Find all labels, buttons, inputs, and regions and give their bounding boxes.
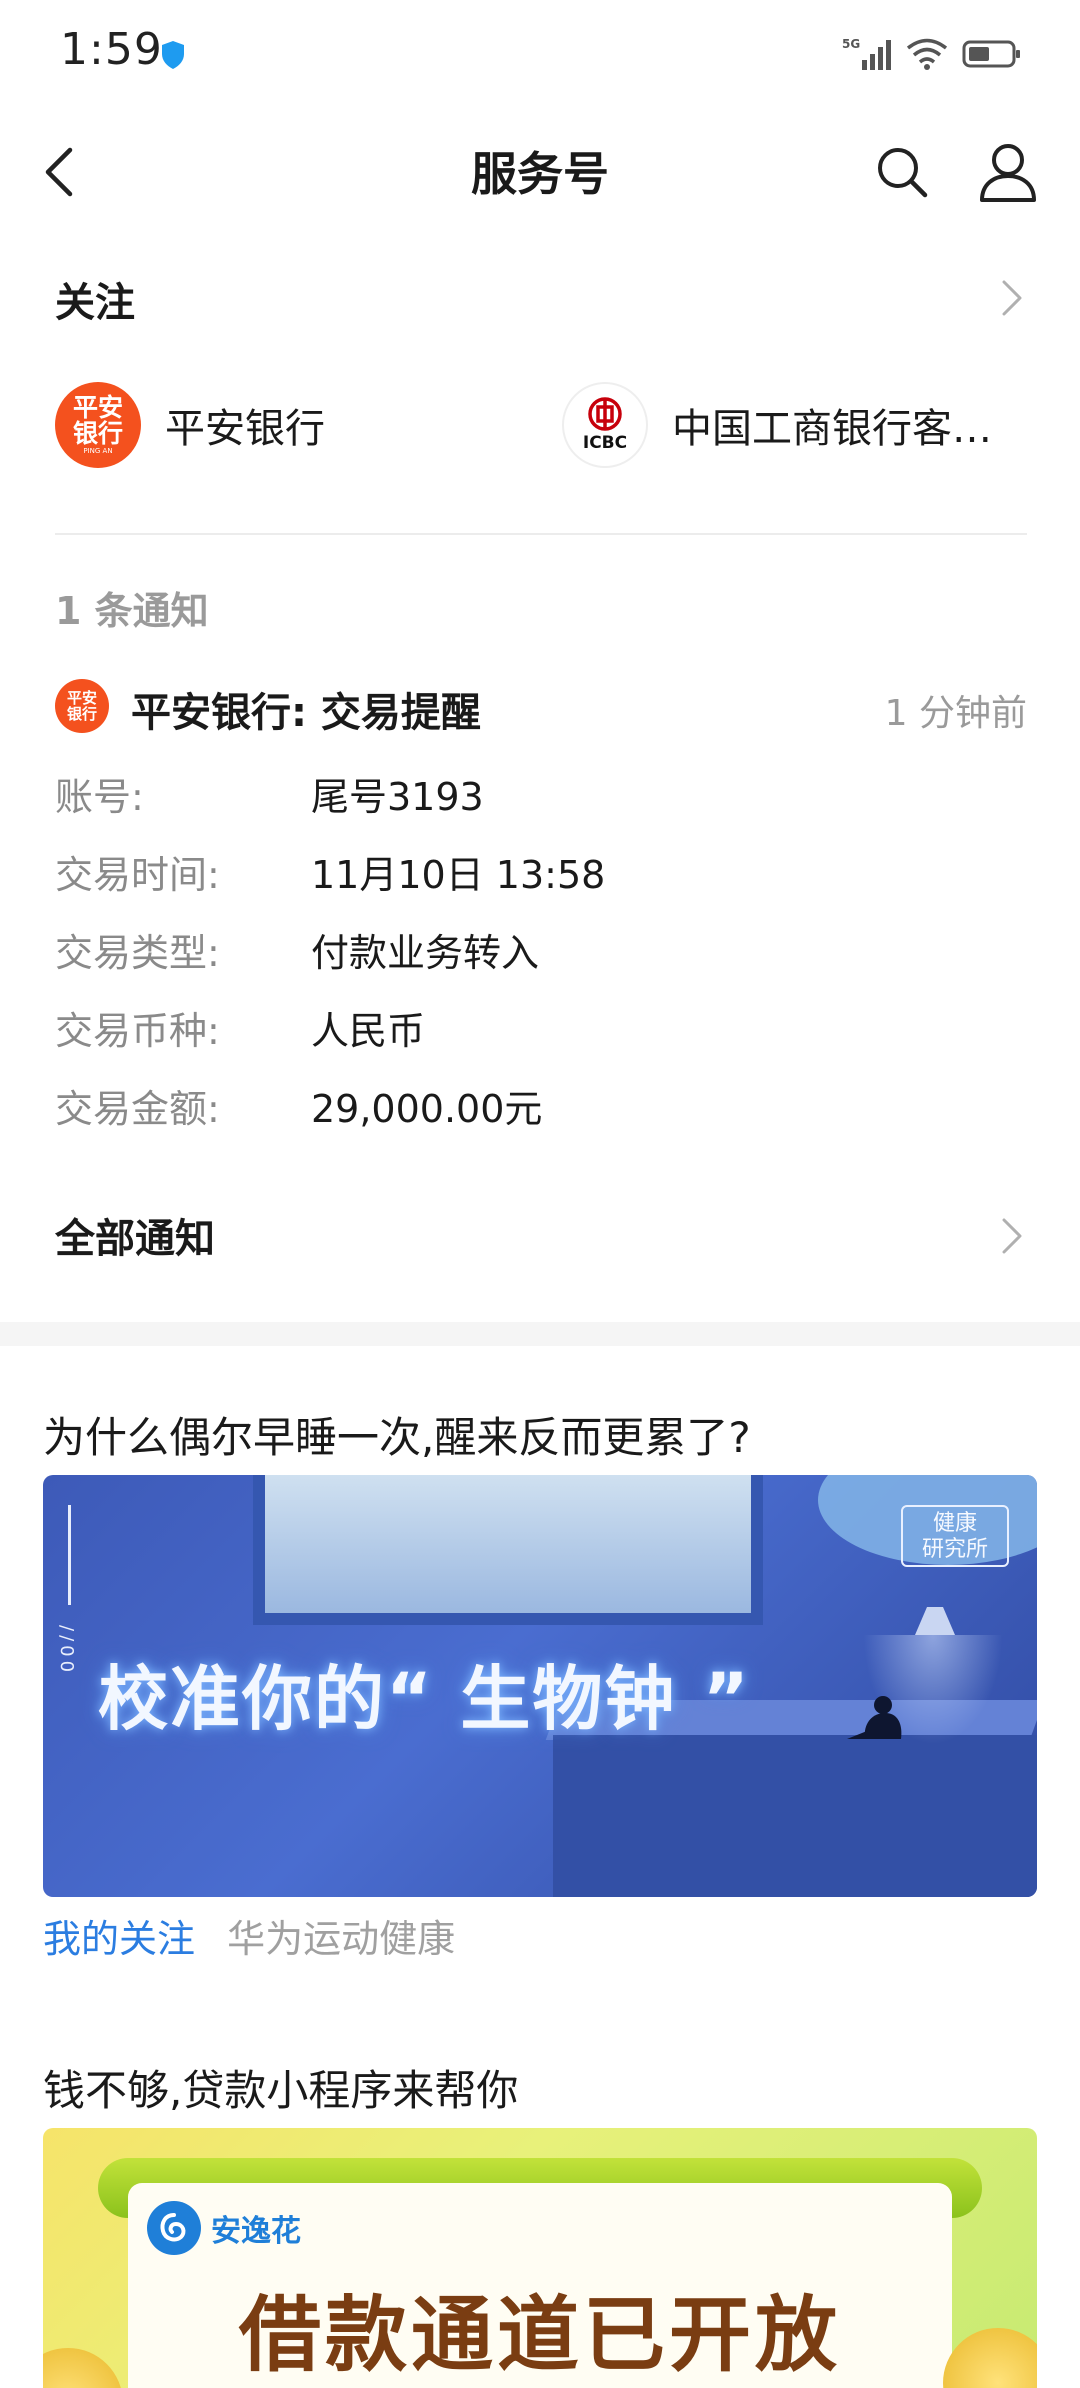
brand-row: 安逸花: [147, 2198, 301, 2258]
banner-headline: 校准你的“ 生物钟 ”: [98, 1658, 751, 1740]
account-name: 中国工商银行客…: [672, 406, 992, 452]
banner-decor-line: [68, 1505, 71, 1605]
banner-table-body-graphic: [553, 1735, 1037, 1897]
notice-timestamp: 1 分钟前: [884, 693, 1027, 734]
followed-account-icbc[interactable]: ICBC 中国工商银行客…: [562, 380, 992, 470]
banner-window-graphic: [253, 1475, 763, 1625]
banner-decor-text: //00: [56, 1625, 77, 1677]
status-time: 1:59: [60, 24, 163, 75]
section-separator: [0, 1322, 1080, 1346]
all-notices-label: 全部通知: [55, 1216, 215, 1262]
status-icons: 5G: [842, 34, 1022, 74]
followed-account-pingan[interactable]: 平安 银行 PING AN 平安银行: [55, 380, 325, 470]
account-name: 平安银行: [165, 406, 325, 452]
article-banner-health[interactable]: //00 校准你的“ 生物钟 ” 健康 研究所: [43, 1475, 1037, 1897]
chevron-right-icon: [1002, 280, 1022, 316]
chevron-right-icon: [1002, 1218, 1022, 1254]
notice-count: 1 条通知: [55, 589, 209, 633]
source-follow-label[interactable]: 我的关注: [43, 1917, 195, 1961]
sitting-person-icon: [847, 1696, 902, 1739]
wifi-icon: [906, 38, 948, 70]
article-banner-loan[interactable]: 安逸花 借款通道已开放: [43, 2128, 1037, 2388]
pingan-bank-logo: 平安 银行 PING AN: [55, 382, 141, 468]
notice-title: 平安银行: 交易提醒: [131, 690, 481, 736]
follow-section-header[interactable]: 关注: [0, 252, 1080, 342]
notice-header[interactable]: 平安 银行 平安银行: 交易提醒 1 分钟前: [55, 676, 1027, 736]
icbc-emblem-icon: [588, 397, 622, 431]
nav-bar: 服务号: [0, 110, 1080, 234]
banner-headline: 借款通道已开放: [238, 2288, 841, 2383]
pingan-bank-logo: 平安 银行: [55, 679, 109, 733]
svg-text:5G: 5G: [842, 37, 860, 51]
article-title[interactable]: 为什么偶尔早睡一次,醒来反而更累了?: [43, 1404, 751, 1465]
follow-title: 关注: [55, 280, 135, 326]
brand-name: 安逸花: [211, 2214, 301, 2249]
all-notices-row[interactable]: 全部通知: [0, 1196, 1080, 1276]
detail-row-currency: 交易币种: 人民币: [55, 1009, 426, 1053]
detail-row-time: 交易时间: 11月10日 13:58: [55, 853, 606, 897]
source-account-name[interactable]: 华为运动健康: [227, 1917, 455, 1961]
detail-row-account: 账号: 尾号3193: [55, 775, 484, 819]
detail-row-amount: 交易金额: 29,000.00元: [55, 1087, 543, 1131]
status-bar: 1:59 5G: [0, 0, 1080, 110]
cellular-signal-icon: 5G: [842, 37, 891, 70]
anyihua-logo-icon: [147, 2201, 201, 2255]
article-source-row: 我的关注 华为运动健康: [43, 1908, 455, 1962]
icbc-bank-logo: ICBC: [562, 382, 648, 468]
battery-icon: [962, 40, 1020, 68]
lamp-icon: [915, 1607, 955, 1635]
divider: [55, 533, 1027, 535]
user-profile-icon[interactable]: [978, 140, 1038, 204]
detail-row-type: 交易类型: 付款业务转入: [55, 931, 540, 975]
article-title[interactable]: 钱不够,贷款小程序来帮你: [43, 2057, 518, 2118]
search-icon[interactable]: [872, 142, 932, 202]
shield-icon: [162, 41, 184, 69]
health-institute-tag: 健康 研究所: [901, 1505, 1009, 1567]
